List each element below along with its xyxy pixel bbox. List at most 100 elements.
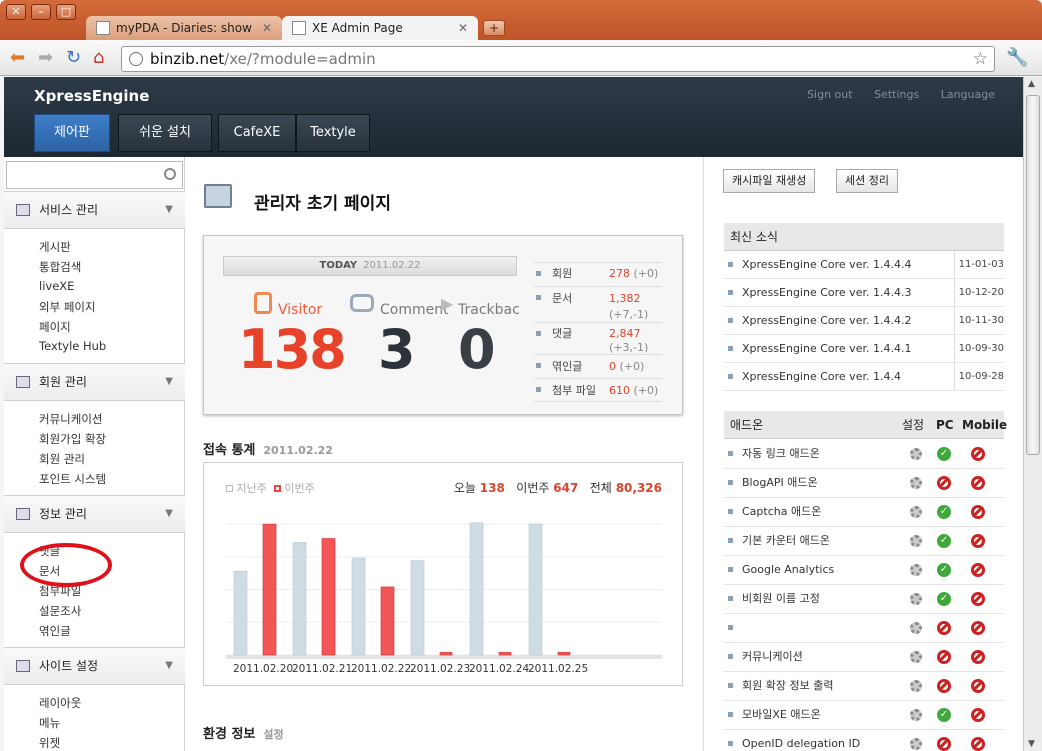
gear-icon[interactable] [910,738,922,750]
news-link[interactable]: XpressEngine Core ver. 1.4.4.2 [742,314,911,327]
back-icon[interactable]: ⬅ [10,48,25,68]
news-item[interactable]: XpressEngine Core ver. 1.4.4.3 10-12-20 [724,279,1004,307]
chevron-down-icon[interactable]: ▼ [165,496,173,532]
sidebar-item[interactable]: 커뮤니케이션 [39,411,102,427]
chevron-down-icon[interactable]: ▼ [165,648,173,684]
news-link[interactable]: XpressEngine Core ver. 1.4.4 [742,370,901,383]
disabled-icon[interactable] [971,534,985,548]
addon-name[interactable]: 모바일XE 애드온 [742,708,821,721]
gear-icon[interactable] [910,448,922,460]
close-tab-icon[interactable]: ✕ [458,16,468,40]
wrench-icon[interactable]: 🔧 [1006,48,1028,68]
disabled-icon[interactable] [937,737,951,751]
section-member[interactable]: 회원 관리 ▼ [4,363,185,401]
gear-icon[interactable] [910,622,922,634]
addon-name[interactable]: 비회원 이름 고정 [742,592,820,605]
gear-icon[interactable] [910,593,922,605]
addon-name[interactable]: 회원 확장 정보 출력 [742,679,833,692]
close-tab-icon[interactable]: ✕ [262,16,272,40]
sidebar-item[interactable]: 레이아웃 [39,695,81,711]
enabled-check-icon[interactable]: ✓ [937,534,951,548]
disabled-icon[interactable] [971,447,985,461]
sidebar-item[interactable]: 포인트 시스템 [39,471,106,487]
addon-name[interactable]: Captcha 애드온 [742,505,821,518]
news-item[interactable]: XpressEngine Core ver. 1.4.4.2 10-11-30 [724,307,1004,335]
forward-icon[interactable]: ➡ [38,48,53,68]
sidebar-item[interactable]: Textyle Hub [39,339,106,353]
address-bar[interactable]: binzib.net/xe/?module=admin ☆ [121,46,995,72]
enabled-check-icon[interactable]: ✓ [937,447,951,461]
sidebar-item[interactable]: 통합검색 [39,259,81,275]
sidebar-search-input[interactable] [6,161,183,189]
addon-name[interactable]: Google Analytics [742,563,834,576]
sidebar-item[interactable]: 회원가입 확장 [39,431,106,447]
disabled-icon[interactable] [937,621,951,635]
disabled-icon[interactable] [971,505,985,519]
home-icon[interactable]: ⌂ [93,48,104,68]
sidebar-item[interactable]: 게시판 [39,239,71,255]
disabled-icon[interactable] [971,592,985,606]
section-service[interactable]: 서비스 관리 ▼ [4,191,185,229]
scrollbar-thumb[interactable] [1026,95,1040,455]
sidebar-item[interactable]: 회원 관리 [39,451,85,467]
enabled-check-icon[interactable]: ✓ [937,563,951,577]
gear-icon[interactable] [910,709,922,721]
settings-link[interactable]: Settings [874,88,919,101]
search-icon[interactable] [164,168,176,180]
addon-name[interactable]: OpenID delegation ID [742,737,860,750]
scroll-up-icon[interactable]: ▲ [1028,79,1035,89]
section-info[interactable]: 정보 관리 ▼ [4,495,185,533]
menu-easy-install[interactable]: 쉬운 설치 [118,114,212,152]
disabled-icon[interactable] [971,708,985,722]
minimize-window-button[interactable]: – [31,4,51,20]
sidebar-item[interactable]: 설문조사 [39,603,81,619]
gear-icon[interactable] [910,680,922,692]
clear-session-button[interactable]: 세션 정리 [836,169,898,193]
enabled-check-icon[interactable]: ✓ [937,592,951,606]
tab-xe-admin[interactable]: XE Admin Page ✕ [282,16,478,42]
brand-logo[interactable]: XpressEngine [34,87,149,105]
tab-mypda[interactable]: myPDA - Diaries: show ✕ [86,16,282,42]
menu-cafexe[interactable]: CafeXE [218,114,296,152]
enabled-check-icon[interactable]: ✓ [937,505,951,519]
maximize-window-button[interactable]: □ [56,4,76,20]
news-link[interactable]: XpressEngine Core ver. 1.4.4.4 [742,258,911,271]
reload-icon[interactable]: ↻ [66,48,81,68]
sidebar-item[interactable]: 위젯 [39,735,60,751]
section-site-settings[interactable]: 사이트 설정 ▼ [4,647,185,685]
news-link[interactable]: XpressEngine Core ver. 1.4.4.1 [742,342,911,355]
scroll-down-icon[interactable]: ▼ [1028,739,1035,749]
language-link[interactable]: Language [941,88,995,101]
env-settings-link[interactable]: 설정 [263,728,283,741]
gear-icon[interactable] [910,477,922,489]
chevron-down-icon[interactable]: ▼ [165,192,173,228]
close-window-button[interactable]: ✕ [6,4,26,20]
sidebar-item[interactable]: 메뉴 [39,715,60,731]
sidebar-item[interactable]: liveXE [39,279,74,293]
menu-control-panel[interactable]: 제어판 [34,114,110,152]
addon-name[interactable]: 기본 카운터 애드온 [742,534,830,547]
addon-name[interactable]: 커뮤니케이션 [742,650,803,663]
gear-icon[interactable] [910,564,922,576]
enabled-check-icon[interactable]: ✓ [937,708,951,722]
regenerate-cache-button[interactable]: 캐시파일 재생성 [723,169,816,193]
menu-textyle[interactable]: Textyle [296,114,370,152]
addon-name[interactable]: 자동 링크 애드온 [742,447,820,460]
gear-icon[interactable] [910,506,922,518]
disabled-icon[interactable] [971,476,985,490]
disabled-icon[interactable] [971,621,985,635]
disabled-icon[interactable] [937,650,951,664]
disabled-icon[interactable] [971,563,985,577]
bookmark-star-icon[interactable]: ☆ [973,47,988,71]
new-tab-button[interactable]: + [483,20,505,36]
addon-name[interactable]: BlogAPI 애드온 [742,476,818,489]
disabled-icon[interactable] [937,679,951,693]
sidebar-item[interactable]: 외부 페이지 [39,299,96,315]
news-item[interactable]: XpressEngine Core ver. 1.4.4 10-09-28 [724,363,1004,391]
disabled-icon[interactable] [971,737,985,751]
disabled-icon[interactable] [971,650,985,664]
sidebar-item[interactable]: 엮인글 [39,623,71,639]
news-item[interactable]: XpressEngine Core ver. 1.4.4.1 10-09-30 [724,335,1004,363]
chevron-down-icon[interactable]: ▼ [165,364,173,400]
sidebar-item[interactable]: 페이지 [39,319,71,335]
